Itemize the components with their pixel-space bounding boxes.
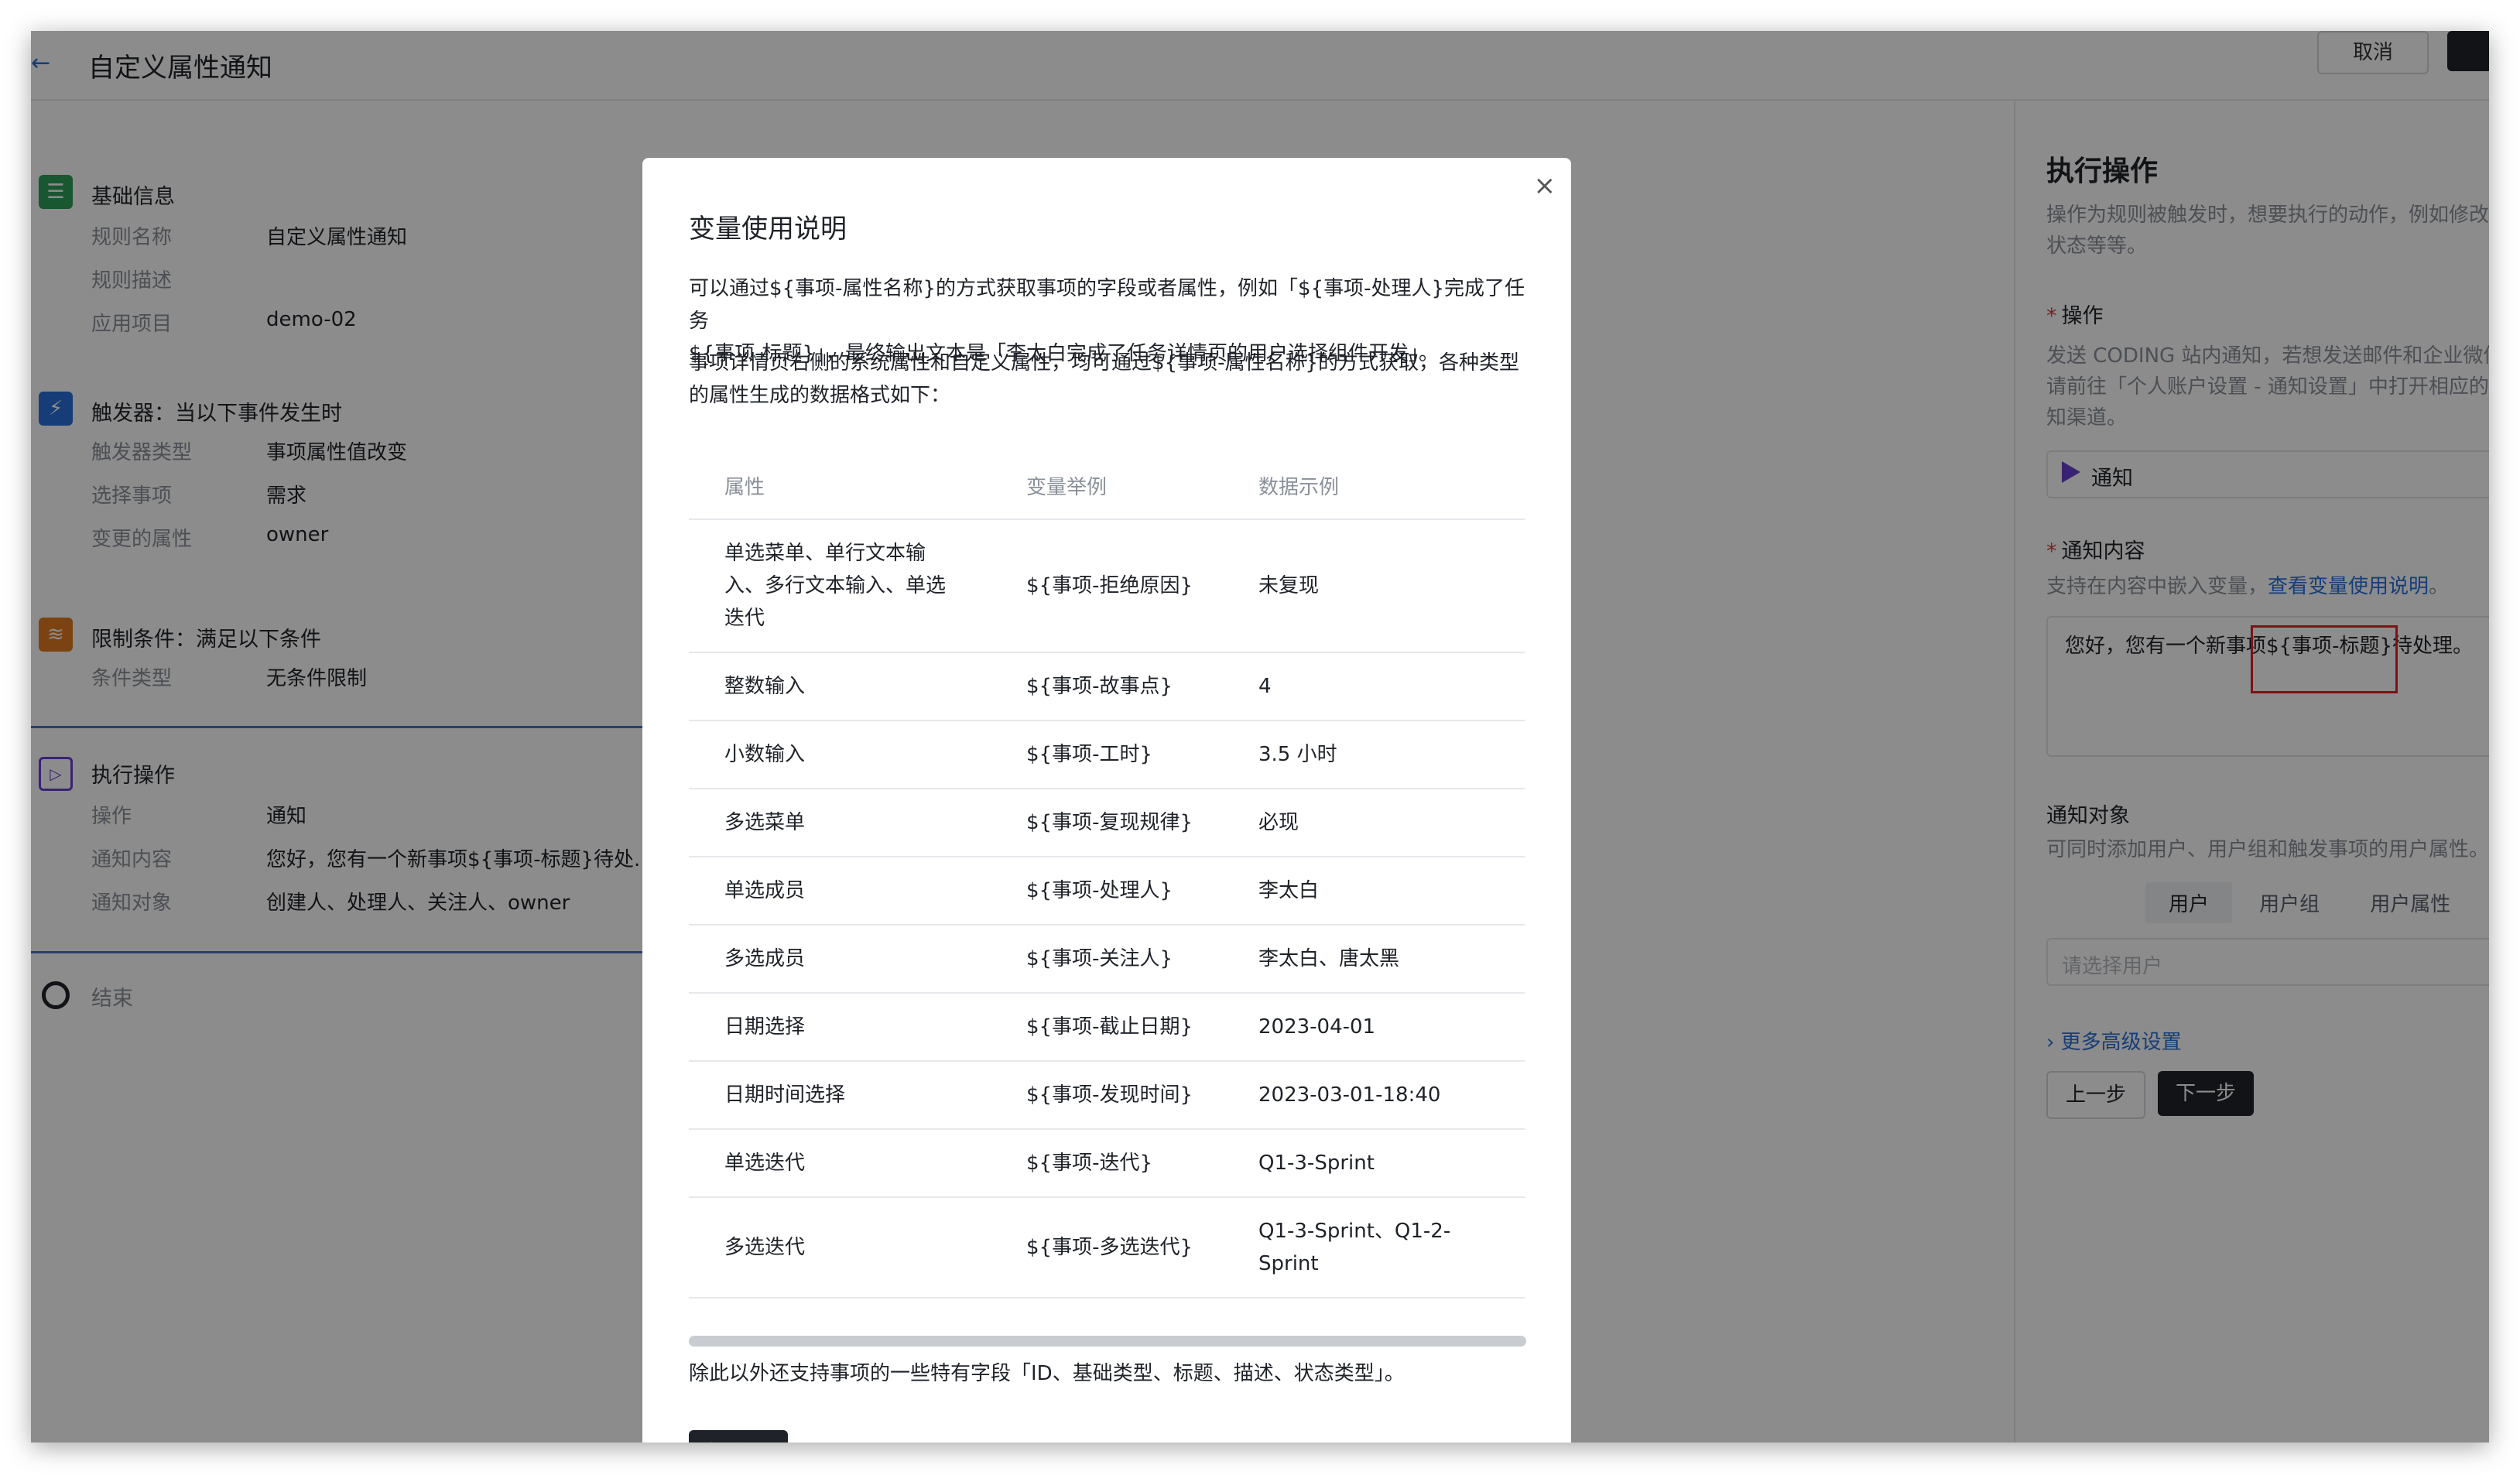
- attr-cell: 日期时间选择: [689, 1061, 1026, 1130]
- example-cell: 3.5 小时: [1258, 720, 1525, 789]
- table-row: 小数输入 ${事项-工时} 3.5 小时: [689, 720, 1525, 789]
- app-window: ← 自定义属性通知 取消 ☰ 基础信息 规则名称 自定义属性通知 规则描述 应用…: [31, 31, 2489, 1442]
- example-cell: 4: [1258, 652, 1525, 721]
- table-header-row: 属性 变量举例 数据示例: [689, 452, 1525, 520]
- table-row: 多选成员 ${事项-关注人} 李太白、唐太黑: [689, 925, 1525, 994]
- var-cell: ${事项-工时}: [1026, 720, 1258, 789]
- variables-table: 属性 变量举例 数据示例 单选菜单、单行文本输 入、多行文本输入、单选 迭代 ${事…: [689, 452, 1525, 1299]
- var-cell: ${事项-拒绝原因}: [1026, 519, 1258, 653]
- got-it-button[interactable]: 知道了: [689, 1430, 788, 1442]
- dialog-footer-note: 除此以外还支持事项的一些特有字段「ID、基础类型、标题、描述、状态类型」。: [689, 1362, 1405, 1385]
- var-cell: ${事项-复现规律}: [1026, 789, 1258, 857]
- example-cell: 李太白: [1258, 857, 1525, 926]
- table-row: 多选菜单 ${事项-复现规律} 必现: [689, 789, 1525, 857]
- format-paragraph: 事项详情页右侧的系统属性和自定义属性，均可通过${事项-属性名称}的方式获取，各…: [689, 351, 1520, 407]
- example-cell: 2023-04-01: [1258, 993, 1525, 1062]
- var-cell: ${事项-关注人}: [1026, 925, 1258, 994]
- table-row: 日期时间选择 ${事项-发现时间} 2023-03-01-18:40: [689, 1061, 1525, 1130]
- column-header: 属性: [689, 452, 1026, 520]
- var-cell: ${事项-故事点}: [1026, 652, 1258, 721]
- var-cell: ${事项-迭代}: [1026, 1129, 1258, 1198]
- variable-help-dialog: × 变量使用说明 可以通过${事项-属性名称}的方式获取事项的字段或者属性，例如…: [642, 158, 1571, 1442]
- example-cell: Q1-3-Sprint、Q1-2- Sprint: [1258, 1197, 1525, 1299]
- table-horizontal-scrollbar[interactable]: [689, 1336, 1526, 1347]
- var-cell: ${事项-多选迭代}: [1026, 1197, 1258, 1299]
- example-cell: 未复现: [1258, 519, 1525, 653]
- table-row: 多选迭代 ${事项-多选迭代} Q1-3-Sprint、Q1-2- Sprint: [689, 1197, 1525, 1299]
- var-cell: ${事项-处理人}: [1026, 857, 1258, 926]
- attr-cell: 多选成员: [689, 925, 1026, 994]
- example-cell: 李太白、唐太黑: [1258, 925, 1525, 994]
- table-row: 单选菜单、单行文本输 入、多行文本输入、单选 迭代 ${事项-拒绝原因} 未复现: [689, 519, 1525, 653]
- table-row: 日期选择 ${事项-截止日期} 2023-04-01: [689, 993, 1525, 1062]
- attr-cell: 日期选择: [689, 993, 1026, 1062]
- dialog-title: 变量使用说明: [689, 214, 847, 245]
- close-icon[interactable]: ×: [1534, 170, 1556, 201]
- example-cell: 必现: [1258, 789, 1525, 857]
- var-cell: ${事项-截止日期}: [1026, 993, 1258, 1062]
- var-cell: ${事项-发现时间}: [1026, 1061, 1258, 1130]
- attr-cell: 单选菜单、单行文本输 入、多行文本输入、单选 迭代: [689, 519, 1026, 653]
- column-header: 数据示例: [1258, 452, 1525, 520]
- attr-cell: 小数输入: [689, 720, 1026, 789]
- attr-cell: 多选迭代: [689, 1197, 1026, 1299]
- column-header: 变量举例: [1026, 452, 1258, 520]
- table-row: 整数输入 ${事项-故事点} 4: [689, 652, 1525, 721]
- attr-cell: 多选菜单: [689, 789, 1026, 857]
- table-row: 单选成员 ${事项-处理人} 李太白: [689, 857, 1525, 926]
- attr-cell: 整数输入: [689, 652, 1026, 721]
- attr-cell: 单选迭代: [689, 1129, 1026, 1198]
- attr-cell: 单选成员: [689, 857, 1026, 926]
- table-row: 单选迭代 ${事项-迭代} Q1-3-Sprint: [689, 1129, 1525, 1198]
- example-cell: 2023-03-01-18:40: [1258, 1061, 1525, 1130]
- example-cell: Q1-3-Sprint: [1258, 1129, 1525, 1198]
